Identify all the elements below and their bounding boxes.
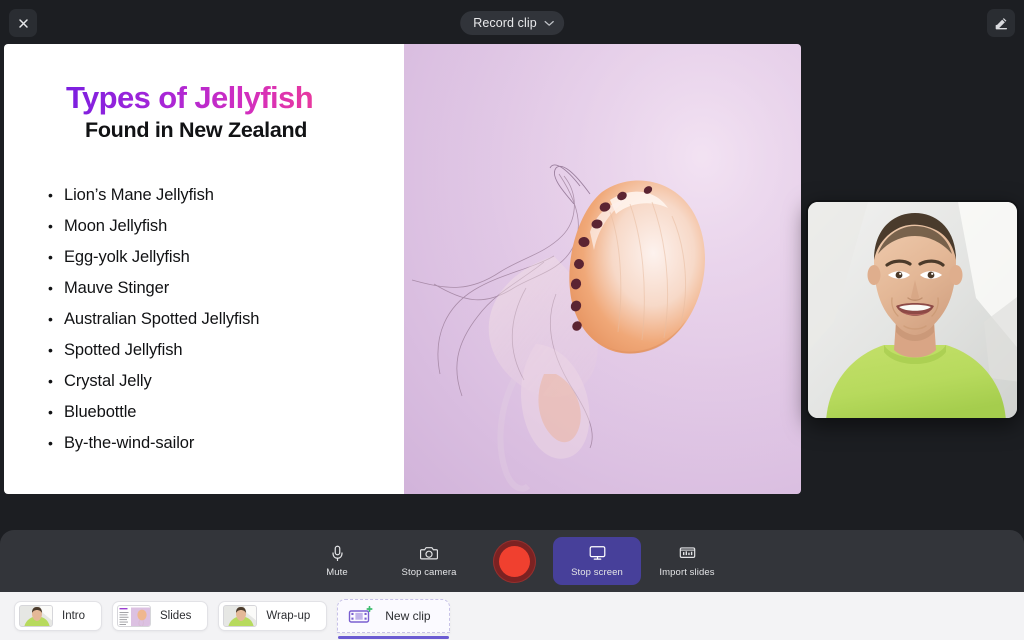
edit-pencil-icon: [994, 16, 1009, 31]
stop-camera-button[interactable]: Stop camera: [383, 537, 475, 585]
record-button[interactable]: [475, 537, 553, 585]
slide-bullet-item: •Moon Jellyfish: [48, 217, 388, 248]
mute-label: Mute: [326, 567, 348, 578]
presentation-icon: [679, 545, 696, 562]
slide-bullet-item: •Egg-yolk Jellyfish: [48, 248, 388, 279]
close-icon: [17, 17, 30, 30]
slide-bullet-label: Lion’s Mane Jellyfish: [64, 186, 214, 205]
slide-bullet-item: •Crystal Jelly: [48, 372, 388, 403]
control-bar: Mute Stop camera: [0, 530, 1024, 592]
monitor-icon: [589, 545, 606, 562]
jellyfish-photo[interactable]: [404, 44, 801, 494]
slide-bullet-label: Spotted Jellyfish: [64, 341, 182, 360]
bullet-dot-icon: •: [48, 250, 64, 264]
bullet-dot-icon: •: [48, 281, 64, 295]
close-button[interactable]: [9, 9, 37, 37]
control-buttons: Mute Stop camera: [291, 530, 733, 592]
slide-bullet-item: •Spotted Jellyfish: [48, 341, 388, 372]
webcam-overlay[interactable]: [806, 200, 1019, 420]
bullet-dot-icon: •: [48, 312, 64, 326]
slide-bullet-label: Mauve Stinger: [64, 279, 169, 298]
import-slides-button[interactable]: Import slides: [641, 537, 733, 585]
chevron-down-icon: [544, 14, 554, 32]
clip-label: Slides: [160, 610, 191, 622]
slide-bullet-list: •Lion’s Mane Jellyfish•Moon Jellyfish•Eg…: [48, 186, 388, 465]
stop-screen-label: Stop screen: [571, 567, 623, 578]
bullet-dot-icon: •: [48, 374, 64, 388]
record-button-dot: [499, 546, 530, 577]
camera-icon: [420, 545, 438, 562]
bullet-dot-icon: •: [48, 188, 64, 202]
clip-label: Wrap-up: [266, 610, 310, 622]
slide-panel[interactable]: Types of Jellyfish Found in New Zealand …: [4, 44, 404, 494]
slide-bullet-item: •Lion’s Mane Jellyfish: [48, 186, 388, 217]
mute-button[interactable]: Mute: [291, 537, 383, 585]
film-strip-plus-icon: [348, 606, 376, 626]
app-root: Record clip Types of Jellyfish Found in …: [0, 0, 1024, 640]
slide-bullet-label: Australian Spotted Jellyfish: [64, 310, 259, 329]
clip-label: Intro: [62, 610, 85, 622]
clip-strip: Intro Slides Wrap-up New clip: [0, 592, 1024, 640]
bullet-dot-icon: •: [48, 405, 64, 419]
slide-bullet-label: By-the-wind-sailor: [64, 434, 194, 453]
stop-camera-label: Stop camera: [402, 567, 457, 578]
slide-title: Types of Jellyfish: [66, 80, 313, 116]
new-clip-label: New clip: [385, 609, 430, 623]
clip-item[interactable]: Wrap-up: [218, 601, 327, 631]
record-clip-menu[interactable]: Record clip: [460, 11, 564, 35]
new-clip-tab[interactable]: New clip: [337, 599, 449, 633]
bullet-dot-icon: •: [48, 436, 64, 450]
import-slides-label: Import slides: [659, 567, 714, 578]
slide-bullet-item: •By-the-wind-sailor: [48, 434, 388, 465]
stage: Types of Jellyfish Found in New Zealand …: [0, 44, 1024, 508]
slide-bullet-label: Bluebottle: [64, 403, 136, 422]
webcam-thumb-image: [19, 605, 53, 627]
bullet-dot-icon: •: [48, 343, 64, 357]
top-bar: Record clip: [0, 0, 1024, 44]
microphone-icon: [330, 545, 345, 562]
bullet-dot-icon: •: [48, 219, 64, 233]
slide-bullet-label: Crystal Jelly: [64, 372, 152, 391]
clip-item[interactable]: Slides: [112, 601, 208, 631]
webcam-thumb-image: [223, 605, 257, 627]
record-button-ring: [493, 540, 536, 583]
slide-bullet-label: Moon Jellyfish: [64, 217, 167, 236]
edit-button[interactable]: [987, 9, 1015, 37]
slide-bullet-item: •Australian Spotted Jellyfish: [48, 310, 388, 341]
clip-item[interactable]: Intro: [14, 601, 102, 631]
slide-subtitle: Found in New Zealand: [85, 118, 307, 143]
slide-bullet-item: •Bluebottle: [48, 403, 388, 434]
record-clip-label: Record clip: [473, 16, 537, 30]
slide-bullet-item: •Mauve Stinger: [48, 279, 388, 310]
active-tab-indicator: [338, 636, 448, 639]
slide-bullet-label: Egg-yolk Jellyfish: [64, 248, 190, 267]
stop-screen-button[interactable]: Stop screen: [553, 537, 641, 585]
slides-thumb-image: [117, 605, 151, 627]
